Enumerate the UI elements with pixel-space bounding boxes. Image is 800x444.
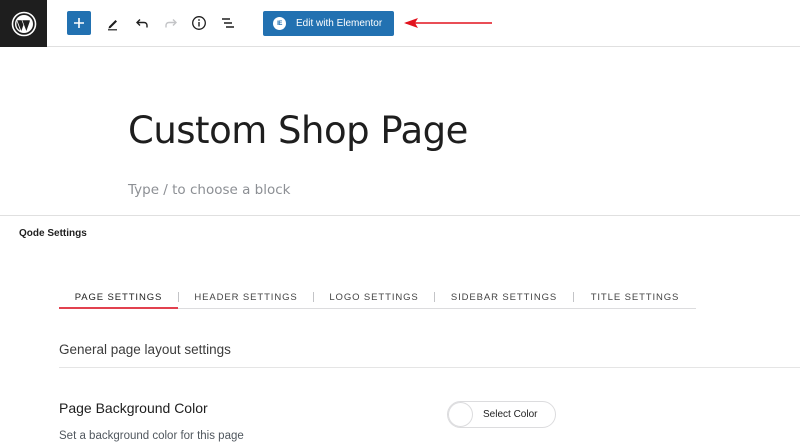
annotation-arrow-icon: [404, 18, 492, 28]
page-background-color-label: Page Background Color: [59, 400, 208, 416]
section-title: General page layout settings: [59, 342, 231, 357]
undo-icon: [136, 19, 148, 28]
list-view-icon: [222, 18, 234, 28]
undo-button[interactable]: [130, 11, 154, 35]
active-tab-indicator: [59, 307, 178, 309]
select-color-button[interactable]: Select Color: [447, 401, 556, 428]
tab-title-settings[interactable]: TITLE SETTINGS: [574, 285, 696, 309]
qode-settings-title[interactable]: Qode Settings: [19, 228, 87, 239]
section-divider: [59, 367, 800, 368]
tab-label: TITLE SETTINGS: [590, 291, 680, 303]
metabox-divider: [0, 215, 800, 216]
page-background-color-description: Set a background color for this page: [59, 430, 244, 442]
block-appender-placeholder[interactable]: Type / to choose a block: [128, 182, 291, 198]
redo-icon: [165, 19, 177, 28]
edit-with-elementor-label: Edit with Elementor: [296, 18, 383, 29]
elementor-icon: IE: [273, 17, 286, 30]
tab-label: SIDEBAR SETTINGS: [450, 291, 558, 303]
edit-with-elementor-button[interactable]: IE Edit with Elementor: [263, 11, 394, 36]
pencil-icon: [108, 20, 117, 31]
tab-label: LOGO SETTINGS: [329, 291, 419, 303]
wordpress-logo-button[interactable]: [0, 0, 47, 47]
settings-tabs: PAGE SETTINGS HEADER SETTINGS LOGO SETTI…: [59, 285, 696, 309]
add-block-button[interactable]: [67, 11, 91, 35]
tab-header-settings[interactable]: HEADER SETTINGS: [179, 285, 313, 309]
tab-page-settings[interactable]: PAGE SETTINGS: [59, 285, 178, 309]
select-color-label: Select Color: [483, 409, 538, 420]
tab-sidebar-settings[interactable]: SIDEBAR SETTINGS: [435, 285, 573, 309]
tab-label: PAGE SETTINGS: [74, 291, 163, 303]
info-icon: [192, 16, 206, 30]
wordpress-icon: [11, 11, 36, 36]
plus-icon: [74, 18, 84, 28]
tools-button[interactable]: [101, 11, 125, 35]
list-view-button[interactable]: [216, 11, 240, 35]
redo-button[interactable]: [159, 11, 183, 35]
editor-toolbar: IE Edit with Elementor: [0, 0, 800, 47]
post-title[interactable]: Custom Shop Page: [128, 109, 468, 152]
tab-label: HEADER SETTINGS: [194, 291, 298, 303]
details-button[interactable]: [187, 11, 211, 35]
tab-logo-settings[interactable]: LOGO SETTINGS: [314, 285, 434, 309]
color-swatch: [448, 402, 473, 427]
